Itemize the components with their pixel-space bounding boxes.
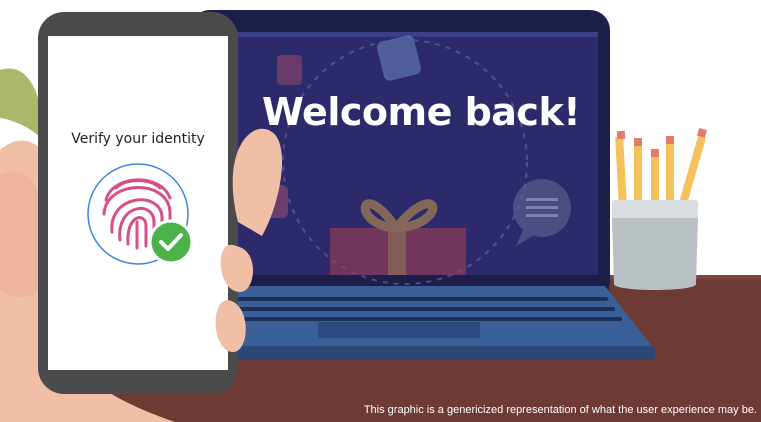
trackpad: [318, 322, 480, 338]
phone: [38, 12, 238, 394]
welcome-heading: Welcome back!: [262, 90, 581, 134]
checkmark-icon: [148, 219, 194, 265]
verify-identity-label: Verify your identity: [71, 131, 205, 147]
disclaimer-caption: This graphic is a genericized representa…: [363, 404, 757, 416]
illustration-scene: [0, 10, 761, 422]
laptop-base: [176, 286, 655, 360]
phone-screen: [48, 36, 228, 370]
pencil-cup: [612, 128, 707, 290]
